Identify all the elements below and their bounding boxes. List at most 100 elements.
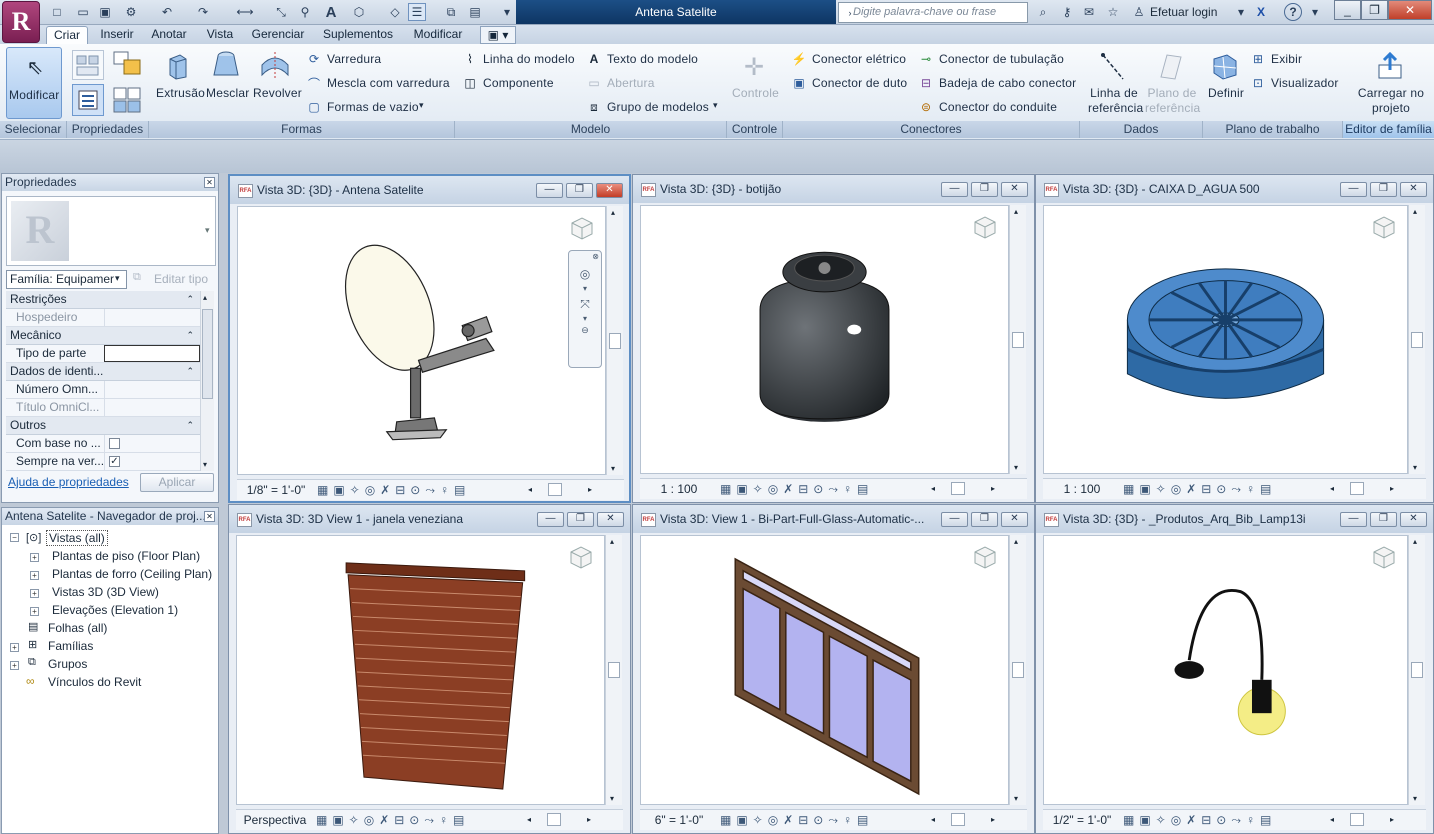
scroll-down-icon[interactable]: ▾: [611, 464, 615, 473]
group-dados-identidade[interactable]: Dados de identi... ⌃: [6, 363, 200, 381]
model-antena-satelite[interactable]: [238, 207, 605, 474]
viewcube-icon[interactable]: [972, 214, 998, 240]
tab-criar[interactable]: Criar: [46, 26, 88, 44]
view-scale[interactable]: 1 : 100: [1049, 479, 1115, 499]
tree-expand-icon[interactable]: +: [30, 571, 39, 580]
blend-icon[interactable]: [210, 48, 242, 82]
scroll-thumb[interactable]: [609, 333, 621, 349]
hscroll-left-icon[interactable]: ◂: [931, 479, 935, 499]
cable-tray-connector-icon[interactable]: ⊟: [918, 75, 934, 91]
close-hidden-icon[interactable]: ⧉: [442, 3, 460, 21]
sweep-icon[interactable]: ⟳: [306, 51, 322, 67]
measure-icon[interactable]: ⟷: [236, 3, 254, 21]
view-vertical-scrollbar[interactable]: ▴ ▾: [1408, 205, 1425, 474]
hscroll-thumb[interactable]: [951, 813, 965, 826]
browser-close-icon[interactable]: ✕: [204, 511, 215, 522]
properties-help-link[interactable]: Ajuda de propriedades: [8, 475, 129, 489]
scroll-down-icon[interactable]: ▾: [203, 460, 207, 469]
scroll-thumb[interactable]: [608, 662, 620, 678]
modify-button[interactable]: ⇖ Modificar: [6, 47, 62, 119]
sync-icon[interactable]: ⚙: [122, 3, 140, 21]
hscroll-thumb[interactable]: [1350, 482, 1364, 495]
model-janela-veneziana[interactable]: [237, 536, 604, 804]
hscroll-right-icon[interactable]: ▸: [588, 480, 592, 500]
zoom-chevron-icon[interactable]: ▾: [569, 315, 601, 323]
checkbox[interactable]: [109, 438, 120, 449]
hscroll-right-icon[interactable]: ▸: [587, 810, 591, 830]
pipe-connector-icon[interactable]: ⊸: [918, 51, 934, 67]
family-params-icon[interactable]: [110, 84, 144, 116]
view-vertical-scrollbar[interactable]: ▴ ▾: [1408, 535, 1425, 805]
extrusion-label[interactable]: Extrusão: [156, 86, 205, 100]
revolve-icon[interactable]: [258, 48, 292, 82]
login-chevron-icon[interactable]: ▾: [1232, 3, 1250, 21]
type-selector[interactable]: R ▾: [6, 196, 216, 266]
tree-collapse-icon[interactable]: −: [10, 533, 19, 542]
view-vertical-scrollbar[interactable]: ▴ ▾: [1009, 535, 1026, 805]
view-title-bar[interactable]: RFA Vista 3D: {3D} - botijão — ❐ ✕: [633, 175, 1034, 203]
view-restore-button[interactable]: ❐: [1370, 512, 1397, 527]
dimension-icon[interactable]: ⤡: [272, 3, 290, 21]
view-minimize-button[interactable]: —: [1340, 512, 1367, 527]
swept-blend-label[interactable]: Mescla com varredura: [327, 76, 450, 90]
view-title-bar[interactable]: RFA Vista 3D: {3D} - CAIXA D_AGUA 500 — …: [1036, 175, 1433, 203]
model-text-icon[interactable]: A: [586, 51, 602, 67]
view-minimize-button[interactable]: —: [941, 512, 968, 527]
model-text-label[interactable]: Texto do modelo: [607, 52, 698, 66]
tab-anotar[interactable]: Anotar: [146, 26, 192, 44]
nav-close-icon[interactable]: ⊗: [569, 251, 601, 263]
hscroll-thumb[interactable]: [1350, 813, 1364, 826]
scroll-down-icon[interactable]: ▾: [1014, 794, 1018, 803]
help-icon[interactable]: ?: [1284, 3, 1302, 21]
scroll-up-icon[interactable]: ▴: [611, 208, 615, 217]
properties-toggle-icon[interactable]: [72, 84, 104, 116]
sweep-label[interactable]: Varredura: [327, 52, 381, 66]
electrical-connector-label[interactable]: Conector elétrico: [812, 52, 906, 66]
conduit-connector-icon[interactable]: ⊜: [918, 99, 934, 115]
void-forms-chevron-icon[interactable]: ▾: [419, 100, 424, 111]
model-line-label[interactable]: Linha do modelo: [483, 52, 575, 66]
view-restore-button[interactable]: ❐: [971, 512, 998, 527]
void-forms-icon[interactable]: ▢: [306, 99, 322, 115]
minimize-button[interactable]: _: [1334, 0, 1361, 20]
scroll-up-icon[interactable]: ▴: [203, 293, 207, 302]
scroll-thumb[interactable]: [1012, 662, 1024, 678]
set-work-plane-icon[interactable]: [1210, 50, 1240, 82]
exchange-apps-icon[interactable]: X: [1252, 3, 1270, 21]
steering-wheel-icon[interactable]: ◎: [569, 263, 601, 285]
prop-row-tipo-parte[interactable]: Tipo de parte: [6, 345, 200, 363]
view-canvas[interactable]: [237, 206, 606, 475]
scroll-down-icon[interactable]: ▾: [1413, 463, 1417, 472]
model-caixa-agua[interactable]: [1044, 206, 1407, 473]
model-group-chevron-icon[interactable]: ▾: [713, 100, 718, 111]
electrical-connector-icon[interactable]: ⚡: [791, 51, 807, 67]
switch-windows-icon[interactable]: ▤: [466, 3, 484, 21]
user-icon[interactable]: ♙: [1130, 3, 1148, 21]
tree-expand-icon[interactable]: +: [10, 643, 19, 652]
view-close-button[interactable]: ✕: [1400, 182, 1427, 197]
view-control-icons[interactable]: ▦▣✧◎✗⊟⊙⤳♀▤: [317, 480, 470, 500]
hscroll-right-icon[interactable]: ▸: [1390, 479, 1394, 499]
group-outros[interactable]: Outros ⌃: [6, 417, 200, 435]
viewcube-icon[interactable]: [1371, 544, 1397, 570]
restore-button[interactable]: ❐: [1361, 0, 1388, 20]
family-category-icon[interactable]: [72, 50, 104, 80]
component-icon[interactable]: ◫: [462, 75, 478, 91]
scroll-up-icon[interactable]: ▴: [610, 537, 614, 546]
view-close-button[interactable]: ✕: [1400, 512, 1427, 527]
viewer-icon[interactable]: ⊡: [1250, 75, 1266, 91]
prop-value[interactable]: [104, 381, 200, 398]
view-vertical-scrollbar[interactable]: ▴ ▾: [606, 206, 623, 475]
undo-icon[interactable]: ↶: [158, 3, 176, 21]
view-close-button[interactable]: ✕: [597, 512, 624, 527]
properties-close-icon[interactable]: ✕: [204, 177, 215, 188]
nav-options-icon[interactable]: ⊖: [569, 323, 601, 337]
prop-row-com-base[interactable]: Com base no ...: [6, 435, 200, 453]
view-scale[interactable]: 1 : 100: [646, 479, 712, 499]
zoom-icon[interactable]: ⤧: [569, 293, 601, 315]
scroll-thumb[interactable]: [1012, 332, 1024, 348]
viewer-label[interactable]: Visualizador: [1271, 76, 1339, 90]
group-restricoes[interactable]: Restrições ⌃: [6, 291, 200, 309]
view-canvas[interactable]: [640, 205, 1009, 474]
view-window-luminaria[interactable]: RFA Vista 3D: {3D} - _Produtos_Arq_Bib_L…: [1035, 504, 1434, 834]
